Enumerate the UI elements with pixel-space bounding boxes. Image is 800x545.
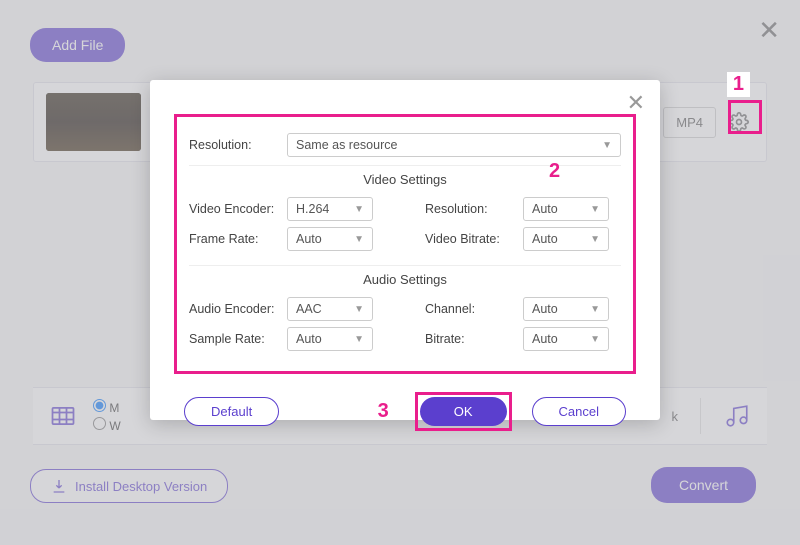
audio-settings-title: Audio Settings (189, 265, 621, 287)
video-encoder-value: H.264 (296, 202, 329, 216)
frame-rate-label: Frame Rate: (189, 232, 287, 246)
chevron-down-icon: ▼ (354, 304, 364, 315)
chevron-down-icon: ▼ (590, 304, 600, 315)
settings-highlight-box: Resolution: Same as resource ▼ Video Set… (174, 114, 636, 374)
chevron-down-icon: ▼ (354, 334, 364, 345)
chevron-down-icon: ▼ (602, 140, 612, 151)
modal-close-button[interactable]: ✕ (627, 90, 645, 116)
video-encoder-select[interactable]: H.264 ▼ (287, 197, 373, 221)
resolution-select[interactable]: Same as resource ▼ (287, 133, 621, 157)
chevron-down-icon: ▼ (590, 204, 600, 215)
audio-bitrate-label: Bitrate: (425, 332, 523, 346)
video-resolution-value: Auto (532, 202, 558, 216)
audio-encoder-select[interactable]: AAC ▼ (287, 297, 373, 321)
audio-bitrate-value: Auto (532, 332, 558, 346)
video-bitrate-select[interactable]: Auto ▼ (523, 227, 609, 251)
channel-select[interactable]: Auto ▼ (523, 297, 609, 321)
video-resolution-label: Resolution: (425, 202, 523, 216)
annotation-1-highlight (728, 100, 762, 134)
chevron-down-icon: ▼ (590, 234, 600, 245)
sample-rate-value: Auto (296, 332, 322, 346)
video-bitrate-label: Video Bitrate: (425, 232, 523, 246)
cancel-button[interactable]: Cancel (532, 397, 626, 426)
annotation-1: 1 (727, 72, 750, 97)
resolution-label: Resolution: (189, 138, 287, 152)
chevron-down-icon: ▼ (590, 334, 600, 345)
video-bitrate-value: Auto (532, 232, 558, 246)
channel-label: Channel: (425, 302, 523, 316)
video-resolution-select[interactable]: Auto ▼ (523, 197, 609, 221)
chevron-down-icon: ▼ (354, 204, 364, 215)
annotation-3-highlight: OK (415, 392, 512, 431)
sample-rate-select[interactable]: Auto ▼ (287, 327, 373, 351)
settings-modal: ✕ 2 Resolution: Same as resource ▼ Video… (150, 80, 660, 420)
annotation-2: 2 (543, 159, 566, 184)
audio-encoder-label: Audio Encoder: (189, 302, 287, 316)
channel-value: Auto (532, 302, 558, 316)
chevron-down-icon: ▼ (354, 234, 364, 245)
ok-button[interactable]: OK (420, 397, 507, 426)
default-button[interactable]: Default (184, 397, 279, 426)
resolution-select-value: Same as resource (296, 138, 397, 152)
frame-rate-value: Auto (296, 232, 322, 246)
sample-rate-label: Sample Rate: (189, 332, 287, 346)
audio-bitrate-select[interactable]: Auto ▼ (523, 327, 609, 351)
video-encoder-label: Video Encoder: (189, 202, 287, 216)
annotation-3: 3 (372, 399, 395, 424)
frame-rate-select[interactable]: Auto ▼ (287, 227, 373, 251)
audio-encoder-value: AAC (296, 302, 322, 316)
